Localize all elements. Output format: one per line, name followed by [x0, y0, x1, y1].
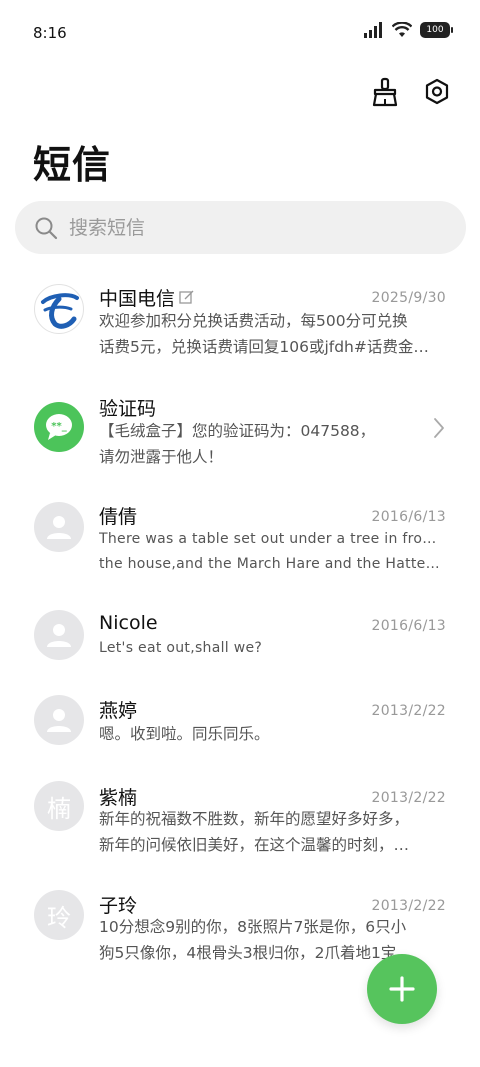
- plus-icon: [389, 976, 415, 1002]
- message-preview: 【毛绒盒子】您的验证码为：047588， 请勿泄露于他人！: [99, 418, 444, 470]
- status-icons: 100: [364, 22, 453, 38]
- sender-name: 中国电信: [99, 284, 194, 311]
- sender-name-text: 中国电信: [99, 288, 176, 310]
- china-telecom-logo: [34, 284, 84, 334]
- message-item-china-telecom[interactable]: 中国电信 2025/9/30 欢迎参加积分兑换话费活动，每500分可兑换 话费5…: [0, 270, 480, 375]
- verification-chat-icon: **_: [34, 402, 84, 452]
- chevron-right-icon[interactable]: [432, 417, 446, 439]
- sender-name: Nicole: [99, 612, 158, 634]
- message-date: 2013/2/22: [371, 898, 446, 914]
- preview-line-2: the house,and the March Hare and the Hat…: [99, 556, 444, 572]
- sender-name-text: 倩倩: [99, 506, 138, 528]
- message-date: 2013/2/22: [371, 703, 446, 719]
- message-preview: There was a table set out under a tree i…: [99, 527, 444, 577]
- preview-line-1: 10分想念9别的你，8张照片7张是你，6只小: [99, 918, 407, 936]
- message-item-nicole[interactable]: Nicole 2016/6/13 Let's eat out,shall we?: [0, 600, 480, 680]
- message-item-zinan[interactable]: 楠 紫楠 2013/2/22 新年的祝福数不胜数，新年的愿望好多好多， 新年的问…: [0, 775, 480, 880]
- preview-line-1: Let's eat out,shall we?: [99, 640, 263, 656]
- preview-line-1: 【毛绒盒子】您的验证码为：047588，: [99, 422, 376, 440]
- message-preview: Let's eat out,shall we?: [99, 636, 444, 661]
- preview-line-1: There was a table set out under a tree i…: [99, 531, 444, 547]
- sender-name: 验证码: [99, 394, 156, 421]
- sender-name-text: 燕婷: [99, 700, 138, 722]
- sender-name-text: 验证码: [99, 398, 157, 420]
- person-icon: [34, 610, 84, 660]
- preview-line-2: 话费5元，兑换话费请回复106或jfdh#话费金…: [99, 338, 429, 356]
- signal-icon: [364, 22, 382, 38]
- message-item-verification[interactable]: **_ 验证码 【毛绒盒子】您的验证码为：047588， 请勿泄露于他人！: [0, 380, 480, 485]
- contact-initial-avatar: 楠: [34, 781, 84, 831]
- svg-text:**_: **_: [51, 421, 66, 432]
- person-icon: [34, 502, 84, 552]
- preview-line-1: 欢迎参加积分兑换话费活动，每500分可兑换: [99, 312, 408, 330]
- message-date: 2016/6/13: [371, 509, 446, 525]
- search-icon: [33, 215, 59, 241]
- preview-line-1: 新年的祝福数不胜数，新年的愿望好多好多，: [99, 810, 410, 828]
- message-preview: 欢迎参加积分兑换话费活动，每500分可兑换 话费5元，兑换话费请回复106或jf…: [99, 308, 444, 360]
- preview-line-1: 嗯。收到啦。同乐同乐。: [99, 725, 270, 743]
- new-message-button[interactable]: [367, 954, 437, 1024]
- message-item-yanting[interactable]: 燕婷 2013/2/22 嗯。收到啦。同乐同乐。: [0, 688, 480, 768]
- wifi-icon: [392, 22, 412, 37]
- status-bar: 8:16 100: [0, 0, 480, 66]
- battery-indicator: 100: [420, 22, 453, 38]
- contact-initial-avatar: 玲: [34, 890, 84, 940]
- search-bar[interactable]: [15, 201, 466, 254]
- message-item-qianqian[interactable]: 倩倩 2016/6/13 There was a table set out u…: [0, 490, 480, 595]
- preview-line-2: 新年的问候依旧美好，在这个温馨的时刻，…: [99, 836, 410, 854]
- broom-icon[interactable]: [370, 76, 400, 108]
- top-actions: [370, 76, 452, 108]
- status-time: 8:16: [33, 24, 67, 42]
- message-preview: 新年的祝福数不胜数，新年的愿望好多好多， 新年的问候依旧美好，在这个温馨的时刻，…: [99, 806, 444, 858]
- message-date: 2016/6/13: [371, 618, 446, 634]
- sender-name: 燕婷: [99, 696, 137, 723]
- message-date: 2025/9/30: [371, 290, 446, 306]
- sender-name-text: Nicole: [99, 612, 158, 634]
- message-preview: 嗯。收到啦。同乐同乐。: [99, 721, 444, 747]
- gear-icon[interactable]: [422, 76, 452, 108]
- preview-line-2: 请勿泄露于他人！: [99, 448, 224, 466]
- search-input[interactable]: [69, 216, 429, 239]
- person-icon: [34, 695, 84, 745]
- edit-icon: [179, 290, 194, 304]
- sender-name: 倩倩: [99, 502, 137, 529]
- message-date: 2013/2/22: [371, 790, 446, 806]
- page-title: 短信: [33, 143, 112, 187]
